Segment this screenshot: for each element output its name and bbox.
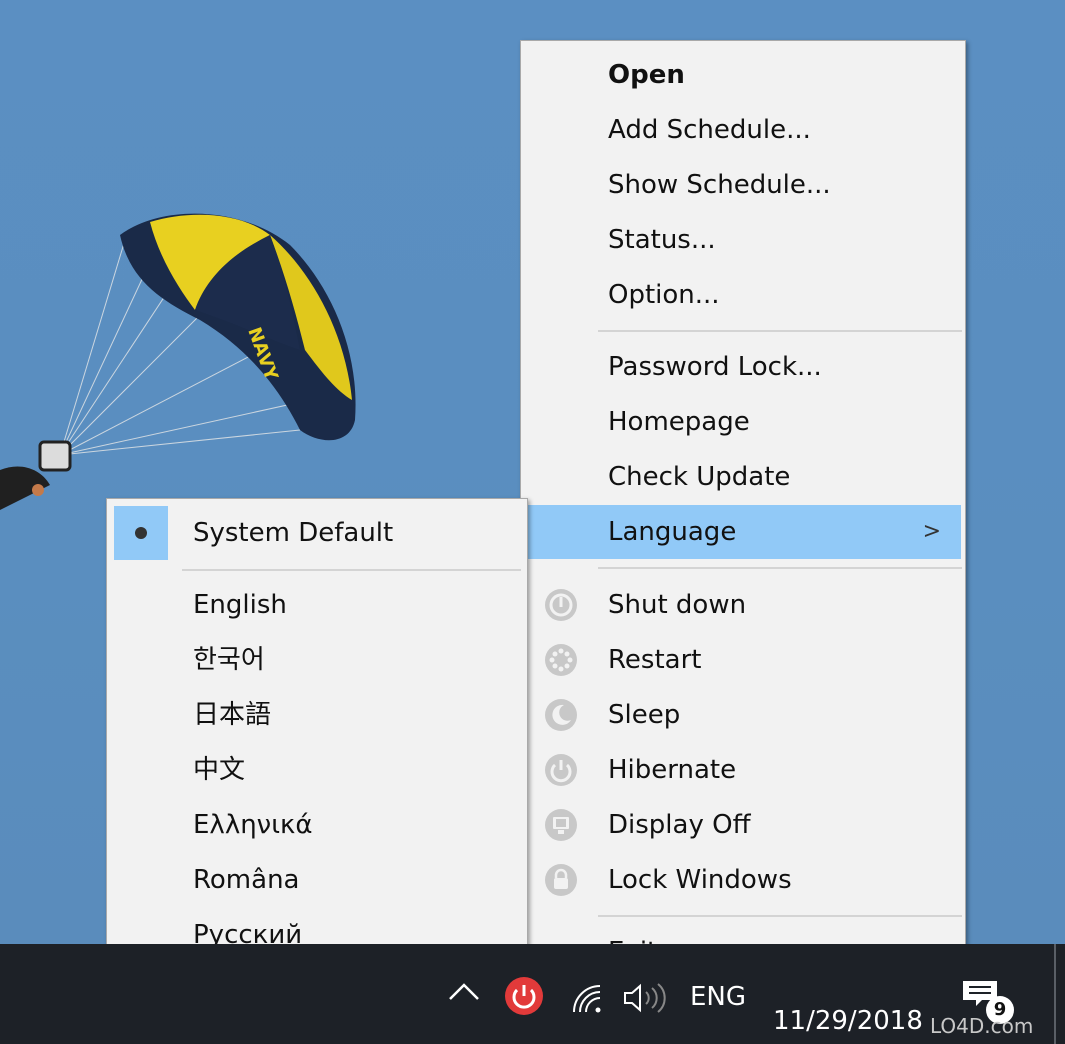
language-item-greek[interactable]: Ελληνικά	[114, 798, 521, 852]
language-item-chinese[interactable]: 中文	[114, 743, 521, 797]
menu-item-label: Display Off	[608, 810, 751, 840]
tray-context-menu: Open Add Schedule... Show Schedule... St…	[520, 40, 966, 984]
language-item-system-default[interactable]: System Default	[114, 506, 521, 560]
menu-item-label: Show Schedule...	[608, 170, 831, 200]
language-item-japanese[interactable]: 日本語	[114, 688, 521, 742]
menu-separator	[598, 330, 962, 332]
menu-item-homepage[interactable]: Homepage	[528, 395, 961, 449]
language-item-label: Ελληνικά	[193, 810, 313, 840]
menu-item-label: Homepage	[608, 407, 750, 437]
menu-item-sleep[interactable]: Sleep	[528, 688, 961, 742]
wifi-icon[interactable]	[570, 982, 606, 1014]
menu-item-label: Password Lock...	[608, 352, 822, 382]
menu-item-shut-down[interactable]: Shut down	[528, 578, 961, 632]
menu-item-show-schedule[interactable]: Show Schedule...	[528, 158, 961, 212]
input-language-indicator[interactable]: ENG	[690, 982, 746, 1012]
language-item-label: System Default	[193, 518, 394, 548]
volume-icon[interactable]	[622, 982, 666, 1014]
restart-icon	[545, 644, 577, 676]
menu-item-label: Option...	[608, 280, 720, 310]
language-item-label: English	[193, 590, 287, 620]
language-item-korean[interactable]: 한국어	[114, 633, 521, 687]
radio-bullet-icon	[135, 527, 147, 539]
lock-icon	[545, 864, 577, 896]
menu-item-add-schedule[interactable]: Add Schedule...	[528, 103, 961, 157]
language-item-label: 日本語	[193, 700, 272, 730]
menu-item-label: Restart	[608, 645, 702, 675]
hibernate-icon	[545, 754, 577, 786]
lo4d-watermark: LO4D.com	[930, 1014, 1034, 1038]
menu-item-label: Sleep	[608, 700, 681, 730]
show-desktop-divider[interactable]	[1054, 944, 1056, 1044]
menu-separator	[182, 569, 521, 571]
moon-icon	[545, 699, 577, 731]
menu-item-language[interactable]: Language >	[528, 505, 961, 559]
menu-item-label: Add Schedule...	[608, 115, 811, 145]
language-item-romanian[interactable]: Româna	[114, 853, 521, 907]
language-item-english[interactable]: English	[114, 578, 521, 632]
parachute-image: NAVY	[0, 213, 356, 510]
menu-item-restart[interactable]: Restart	[528, 633, 961, 687]
menu-item-hibernate[interactable]: Hibernate	[528, 743, 961, 797]
language-submenu: System Default English 한국어 日本語 中文 Ελληνι…	[106, 498, 528, 970]
menu-item-check-update[interactable]: Check Update	[528, 450, 961, 504]
menu-item-display-off[interactable]: Display Off	[528, 798, 961, 852]
menu-item-password-lock[interactable]: Password Lock...	[528, 340, 961, 394]
menu-item-lock-windows[interactable]: Lock Windows	[528, 853, 961, 907]
menu-item-label: Language	[608, 517, 737, 547]
menu-item-status[interactable]: Status...	[528, 213, 961, 267]
menu-item-label: Lock Windows	[608, 865, 792, 895]
power-icon	[545, 589, 577, 621]
app-tray-power-icon[interactable]	[504, 976, 544, 1016]
menu-separator	[598, 567, 962, 569]
menu-item-open[interactable]: Open	[528, 48, 961, 102]
taskbar: ENG 11/29/2018 9 LO4D.com	[0, 944, 1065, 1044]
monitor-icon	[545, 809, 577, 841]
menu-separator	[598, 915, 962, 917]
menu-item-label: Open	[608, 60, 685, 90]
menu-item-option[interactable]: Option...	[528, 268, 961, 322]
language-item-label: Româna	[193, 865, 300, 895]
language-item-label: 中文	[193, 755, 246, 785]
language-item-label: 한국어	[193, 645, 265, 675]
chevron-right-icon: >	[922, 519, 941, 544]
menu-item-label: Status...	[608, 225, 716, 255]
selected-indicator	[114, 506, 168, 560]
show-hidden-icons-chevron-up-icon[interactable]	[447, 982, 481, 1002]
menu-item-label: Check Update	[608, 462, 791, 492]
menu-item-label: Hibernate	[608, 755, 737, 785]
menu-item-label: Shut down	[608, 590, 747, 620]
clock-date[interactable]: 11/29/2018	[773, 1006, 923, 1036]
